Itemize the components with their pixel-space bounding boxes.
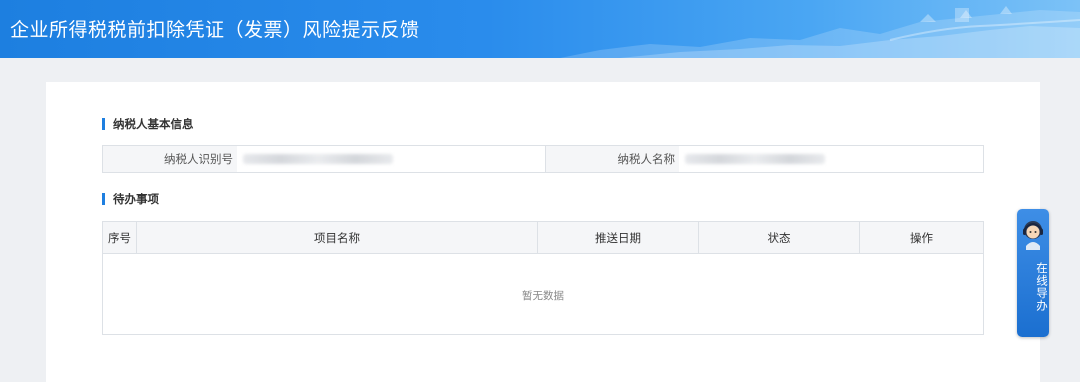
great-wall-illustration [560,6,1080,58]
page-title: 企业所得税税前扣除凭证（发票）风险提示反馈 [10,19,420,41]
todo-table: 序号 项目名称 推送日期 状态 操作 暂无数据 [102,221,984,335]
taxpayer-id-value [237,146,545,172]
section-title-todo: 待办事项 [102,193,159,205]
column-header-action: 操作 [910,230,933,245]
taxpayer-id-label: 纳税人识别号 [103,146,237,172]
taxpayer-name-value [679,146,983,172]
redacted-taxpayer-id [243,154,393,164]
column-header-index: 序号 [103,222,137,253]
section-title-taxpayer-info: 纳税人基本信息 [102,118,194,130]
column-header-push-date: 推送日期 [538,222,699,253]
online-guide-label: 在线导办 [1035,262,1049,312]
online-guide-button[interactable]: 在线导办 [1017,209,1049,337]
header-banner: 企业所得税税前扣除凭证（发票）风险提示反馈 [0,0,1080,58]
main-card: 纳税人基本信息 纳税人识别号 纳税人名称 待办事项 序号 项目名称 推送日期 状… [46,82,1040,382]
redacted-taxpayer-name [685,154,825,164]
taxpayer-info-table: 纳税人识别号 纳税人名称 [102,145,984,173]
empty-state-text: 暂无数据 [522,290,564,302]
column-header-item-name: 项目名称 [137,222,538,253]
todo-table-header: 序号 项目名称 推送日期 状态 操作 [103,222,983,254]
taxpayer-name-label: 纳税人名称 [545,146,679,172]
column-header-status: 状态 [699,222,860,253]
customer-service-avatar-icon [1023,221,1043,250]
